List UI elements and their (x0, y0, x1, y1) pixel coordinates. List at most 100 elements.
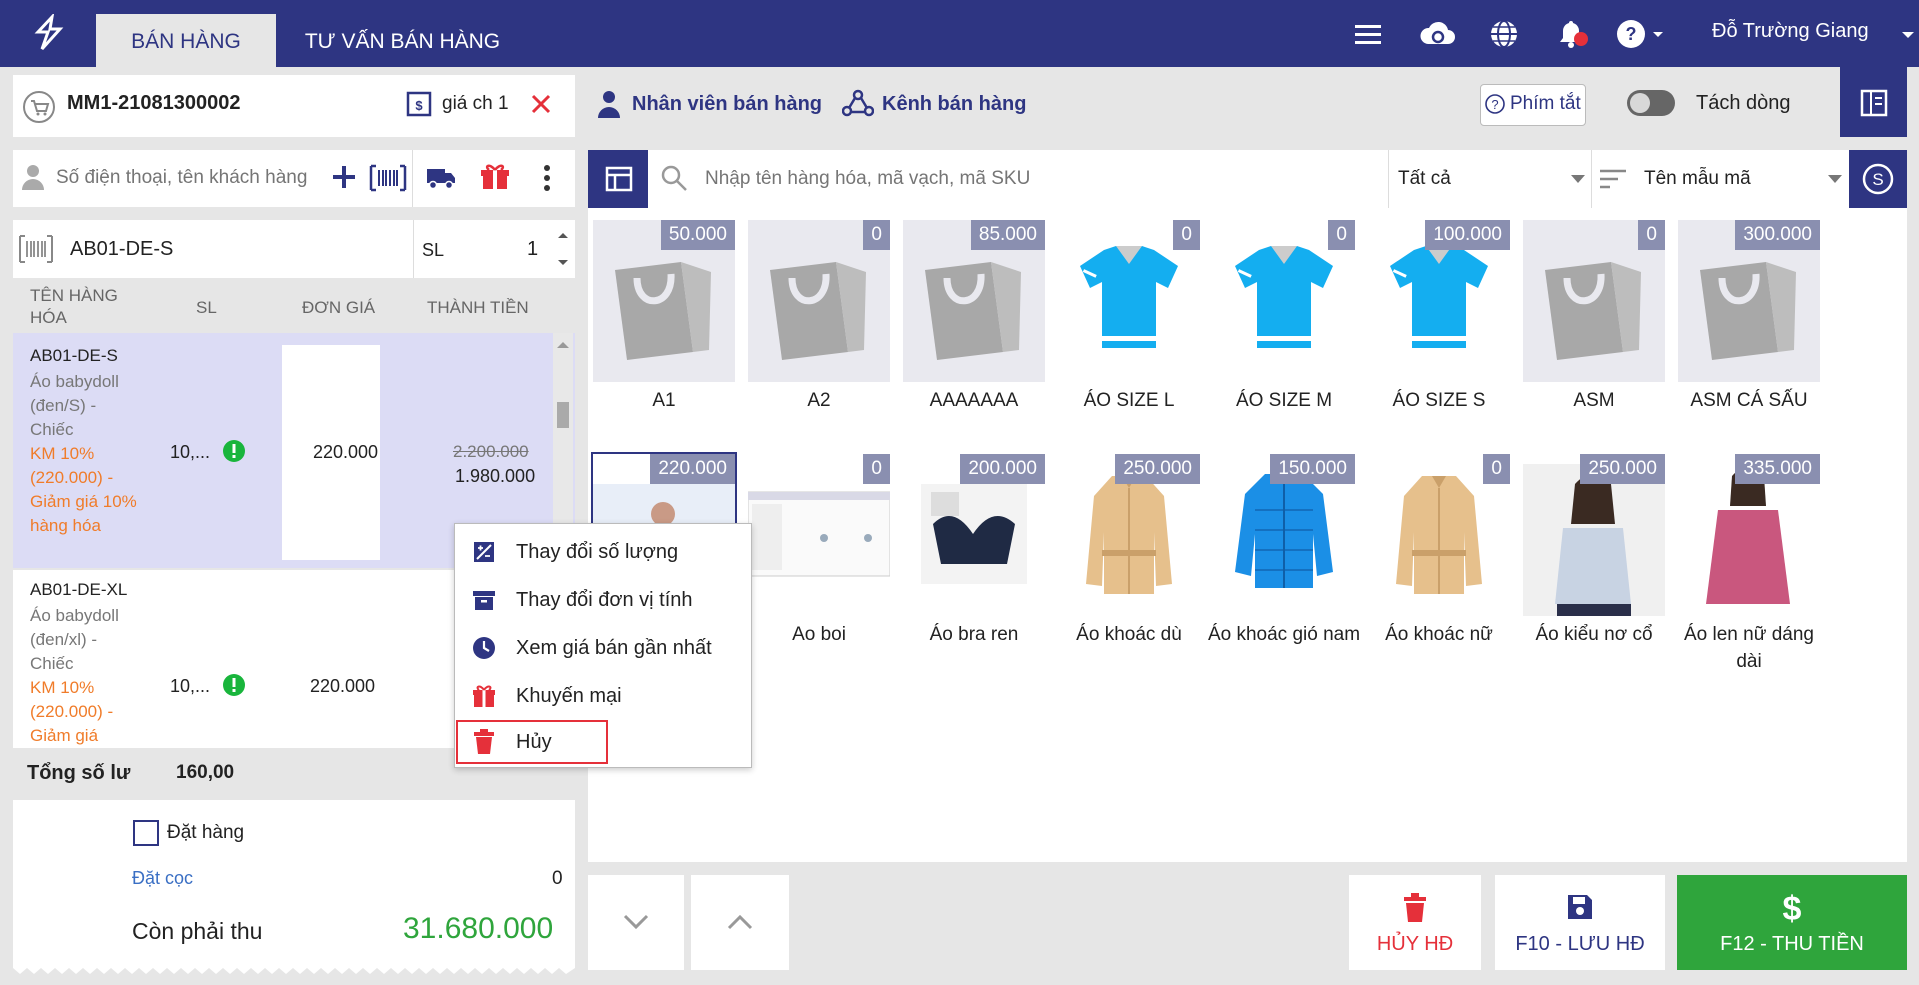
row-price[interactable]: 220.000 (313, 442, 378, 463)
product-card[interactable]: 100.000 (1368, 220, 1510, 382)
qty-stepper[interactable] (556, 229, 570, 269)
product-name[interactable]: Áo khoác dù (1051, 621, 1207, 648)
product-card[interactable]: 335.000 (1678, 454, 1820, 616)
product-search-input[interactable] (705, 163, 1375, 195)
grid-view-button[interactable] (588, 150, 648, 208)
col-header-total: THÀNH TIỀN (427, 298, 529, 317)
cancel-invoice-button[interactable]: HỦY HĐ (1349, 875, 1481, 970)
product-price-tag: 250.000 (1580, 454, 1665, 484)
product-name[interactable]: ÁO SIZE S (1361, 387, 1517, 414)
row-promo: KM 10% (220.000) - Giảm giá 10% hàng hóa (30, 444, 137, 535)
channel-icon[interactable] (842, 89, 874, 119)
product-card[interactable]: 200.000 (903, 454, 1045, 616)
app-logo-icon[interactable] (30, 14, 68, 52)
user-dropdown-icon[interactable] (1901, 30, 1915, 40)
product-card[interactable]: 300.000 (1678, 220, 1820, 382)
product-name[interactable]: ASM CÁ SẤU (1671, 387, 1827, 414)
product-card[interactable]: 85.000 (903, 220, 1045, 382)
product-name[interactable]: A1 (586, 387, 742, 414)
currency-button[interactable]: S (1849, 150, 1907, 208)
product-name[interactable]: Áo bra ren (896, 621, 1052, 648)
warning-icon[interactable] (222, 439, 246, 463)
save-invoice-button[interactable]: F10 - LƯU HĐ (1495, 875, 1665, 970)
help-icon[interactable]: ? (1615, 18, 1665, 50)
total-quantity-label: Tổng số lư (27, 762, 131, 784)
chevron-down-icon[interactable] (1827, 174, 1843, 184)
menu-icon[interactable] (1352, 18, 1384, 50)
product-price-tag: 300.000 (1735, 220, 1820, 250)
menu-item-change-quantity[interactable]: Thay đổi số lượng (455, 528, 751, 576)
scan-code-input[interactable]: AB01-DE-S (70, 238, 173, 261)
tab-ban-hang[interactable]: BÁN HÀNG (96, 14, 276, 67)
menu-item-recent-price[interactable]: Xem giá bán gần nhất (455, 624, 751, 672)
product-name[interactable]: AAAAAAA (896, 387, 1052, 414)
menu-item-label: Xem giá bán gần nhất (516, 637, 712, 659)
more-options-icon[interactable] (541, 163, 553, 193)
deposit-link[interactable]: Đặt cọc (132, 868, 193, 889)
scrollbar-thumb[interactable] (557, 402, 569, 428)
product-name[interactable]: ÁO SIZE M (1206, 387, 1362, 414)
scan-qty-input[interactable]: 1 (527, 238, 538, 261)
product-card[interactable]: 0 (1368, 454, 1510, 616)
sort-select[interactable]: Tên mẫu mã (1644, 168, 1751, 190)
category-filter-select[interactable]: Tất cả (1398, 168, 1451, 190)
product-image (1678, 454, 1820, 621)
order-checkbox[interactable] (133, 820, 159, 846)
customer-search-input[interactable] (56, 163, 321, 193)
product-card[interactable]: 0 (748, 220, 890, 382)
price-list-icon[interactable]: $ (406, 91, 432, 117)
cart-icon (23, 91, 55, 123)
scroll-down-button[interactable] (588, 875, 684, 970)
split-line-toggle[interactable] (1627, 90, 1675, 116)
close-icon[interactable] (530, 93, 552, 115)
product-image (1213, 220, 1355, 387)
product-card[interactable]: 50.000 (593, 220, 735, 382)
product-card[interactable]: 250.000 (1058, 454, 1200, 616)
notification-bell-icon[interactable] (1555, 18, 1591, 50)
row-price[interactable]: 220.000 (310, 676, 375, 697)
product-name[interactable]: ASM (1516, 387, 1672, 414)
pay-button[interactable]: $ F12 - THU TIỀN (1677, 875, 1907, 970)
product-price-tag: 100.000 (1425, 220, 1510, 250)
product-name[interactable]: Áo khoác nữ (1361, 621, 1517, 648)
gift-icon[interactable] (480, 163, 510, 191)
product-card[interactable]: 250.000 (1523, 454, 1665, 616)
product-card[interactable]: 0 (747, 454, 891, 616)
product-card[interactable]: 150.000 (1213, 454, 1355, 616)
tab-tu-van-ban-hang[interactable]: TƯ VẤN BÁN HÀNG (285, 14, 520, 67)
cloud-sync-icon[interactable] (1418, 18, 1458, 50)
product-name[interactable]: ÁO SIZE L (1051, 387, 1207, 414)
channel-button[interactable]: Kênh bán hàng (882, 93, 1026, 116)
dollar-circle-icon: S (1862, 163, 1894, 195)
row-qty[interactable]: 10,... (170, 442, 210, 463)
delivery-truck-icon[interactable] (425, 165, 457, 191)
product-card[interactable]: 0 (1058, 220, 1200, 382)
price-list-label[interactable]: giá ch 1 (442, 93, 509, 115)
staff-icon[interactable] (595, 89, 623, 119)
user-name[interactable]: Đỗ Trường Giang (1712, 20, 1869, 43)
product-name[interactable]: A2 (741, 387, 897, 414)
product-card[interactable]: 0 (1213, 220, 1355, 382)
menu-item-change-unit[interactable]: Thay đổi đơn vị tính (455, 576, 751, 624)
product-name[interactable]: Áo kiểu nơ cổ (1516, 621, 1672, 648)
barcode-icon (19, 235, 53, 263)
globe-icon[interactable] (1488, 18, 1520, 50)
scroll-up-button[interactable] (691, 875, 789, 970)
chevron-down-icon[interactable] (1570, 174, 1586, 184)
menu-item-cancel[interactable]: Hủy (456, 720, 608, 764)
menu-item-promotion[interactable]: Khuyến mại (455, 672, 751, 720)
product-card[interactable]: 0 (1523, 220, 1665, 382)
product-name[interactable]: Áo khoác gió nam (1206, 621, 1362, 648)
warning-icon[interactable] (222, 673, 246, 697)
pay-label: F12 - THU TIỀN (1720, 933, 1864, 955)
scroll-up-icon[interactable] (556, 340, 570, 350)
staff-button[interactable]: Nhân viên bán hàng (632, 93, 822, 116)
product-price-tag: 0 (1638, 220, 1665, 250)
product-price-tag: 250.000 (1115, 454, 1200, 484)
barcode-scan-icon[interactable] (368, 164, 408, 192)
product-name[interactable]: Áo len nữ dáng dài (1671, 621, 1827, 675)
product-name[interactable]: Ao boi (741, 621, 897, 648)
row-qty[interactable]: 10,... (170, 676, 210, 697)
add-customer-icon[interactable] (330, 163, 358, 191)
layout-toggle-button[interactable] (1840, 67, 1907, 137)
